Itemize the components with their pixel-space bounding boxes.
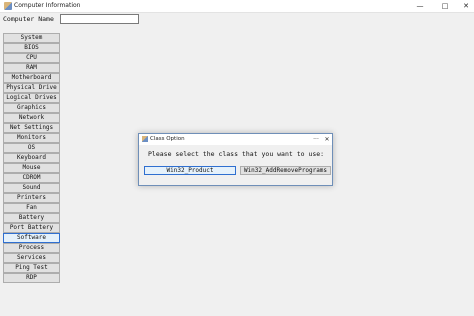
computer-name-input[interactable] xyxy=(60,14,139,24)
class-option-dialog: Class Option ··· ✕ Please select the cla… xyxy=(138,133,333,186)
dialog-close-button[interactable]: ✕ xyxy=(322,134,332,145)
win32-product-button[interactable]: Win32_Product xyxy=(144,166,236,175)
computer-name-label: Computer Name xyxy=(3,15,54,23)
sidebar-item-cdrom[interactable]: CDROM xyxy=(3,173,60,183)
dialog-dots-icon: ··· xyxy=(313,136,319,143)
sidebar-item-motherboard[interactable]: Motherboard xyxy=(3,73,60,83)
sidebar-item-rdp[interactable]: RDP xyxy=(3,273,60,283)
sidebar-item-net-settings[interactable]: Net Settings xyxy=(3,123,60,133)
dialog-title: Class Option xyxy=(150,136,185,142)
sidebar-item-cpu[interactable]: CPU xyxy=(3,53,60,63)
sidebar-item-battery[interactable]: Battery xyxy=(3,213,60,223)
sidebar-item-network[interactable]: Network xyxy=(3,113,60,123)
window-title: Computer Information xyxy=(14,2,81,9)
sidebar-item-mouse[interactable]: Mouse xyxy=(3,163,60,173)
sidebar-item-services[interactable]: Services xyxy=(3,253,60,263)
sidebar-item-printers[interactable]: Printers xyxy=(3,193,60,203)
sidebar-item-process[interactable]: Process xyxy=(3,243,60,253)
sidebar-item-keyboard[interactable]: Keyboard xyxy=(3,153,60,163)
sidebar-item-sound[interactable]: Sound xyxy=(3,183,60,193)
sidebar-item-os[interactable]: OS xyxy=(3,143,60,153)
dialog-title-bar: Class Option ··· ✕ xyxy=(139,134,332,145)
win32-addremoveprograms-button[interactable]: Win32_AddRemovePrograms xyxy=(240,166,331,175)
close-button[interactable]: ✕ xyxy=(458,0,474,12)
sidebar-item-fan[interactable]: Fan xyxy=(3,203,60,213)
sidebar-item-bios[interactable]: BIOS xyxy=(3,43,60,53)
dialog-prompt: Please select the class that you want to… xyxy=(148,150,325,158)
title-bar: Computer Information — □ ✕ xyxy=(0,0,474,13)
sidebar-item-port-battery[interactable]: Port Battery xyxy=(3,223,60,233)
sidebar-item-system[interactable]: System xyxy=(3,33,60,43)
sidebar-item-software[interactable]: Software xyxy=(3,233,60,243)
sidebar-item-ram[interactable]: RAM xyxy=(3,63,60,73)
sidebar-item-ping-test[interactable]: Ping Test xyxy=(3,263,60,273)
maximize-button[interactable]: □ xyxy=(437,0,453,12)
app-icon xyxy=(4,2,12,10)
sidebar-item-monitors[interactable]: Monitors xyxy=(3,133,60,143)
minimize-button[interactable]: — xyxy=(412,0,428,12)
sidebar-item-graphics[interactable]: Graphics xyxy=(3,103,60,113)
sidebar-item-logical-drives[interactable]: Logical Drives xyxy=(3,93,60,103)
sidebar: System BIOS CPU RAM Motherboard Physical Driv… xyxy=(3,33,60,283)
dialog-app-icon xyxy=(142,136,148,142)
sidebar-item-physical-drive[interactable]: Physical Drive xyxy=(3,83,60,93)
